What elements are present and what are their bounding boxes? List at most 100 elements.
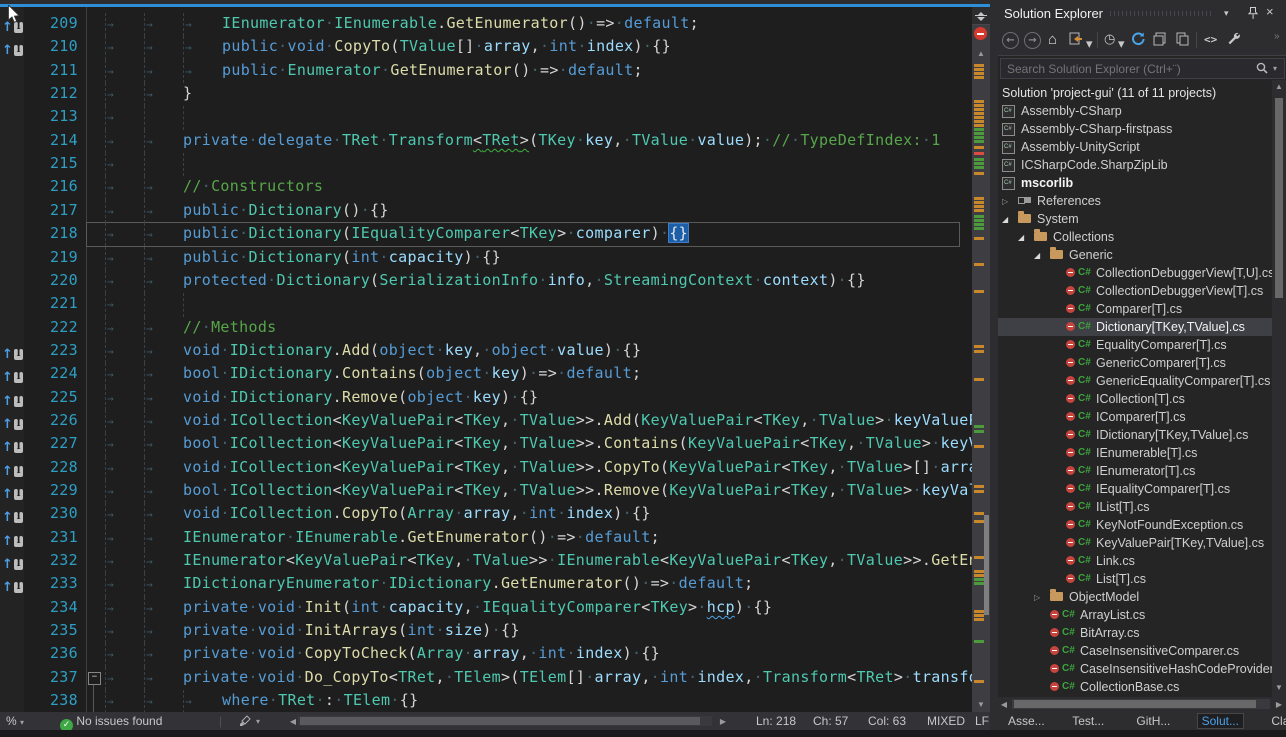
implements-interface-arrow-icon[interactable]: ↑I bbox=[2, 459, 23, 477]
collapse-all-icon[interactable] bbox=[1152, 31, 1168, 49]
code-line-231[interactable]: ↑I231IEnumerator·IEnumerable.GetEnumerat… bbox=[0, 526, 972, 549]
close-icon[interactable]: × bbox=[1266, 4, 1274, 19]
refresh-icon[interactable] bbox=[1130, 31, 1146, 49]
tree-row-file[interactable]: C#CaseInsensitiveHashCodeProvider.cs bbox=[998, 660, 1272, 678]
pin-icon[interactable] bbox=[1246, 6, 1260, 20]
tree-row-file[interactable]: C#Dictionary[TKey,TValue].cs bbox=[998, 318, 1272, 336]
tree-row-file[interactable]: C#GenericEqualityComparer[T].cs bbox=[998, 372, 1272, 390]
scroll-up-icon[interactable]: ▲ bbox=[1272, 82, 1286, 91]
tree-row-file[interactable]: C#CollectionDebuggerView[T,U].cs bbox=[998, 264, 1272, 282]
sync-active-document-icon[interactable] bbox=[1068, 31, 1084, 49]
implements-interface-arrow-icon[interactable]: ↑I bbox=[2, 552, 23, 570]
tree-row-file[interactable]: C#List[T].cs bbox=[998, 570, 1272, 588]
tree-row-folder[interactable]: ▷ObjectModel bbox=[998, 588, 1272, 606]
tree-row-file[interactable]: C#KeyNotFoundException.cs bbox=[998, 516, 1272, 534]
tree-row-file[interactable]: C#IList[T].cs bbox=[998, 498, 1272, 516]
tree-row-file[interactable]: C#IEnumerable[T].cs bbox=[998, 444, 1272, 462]
implements-interface-arrow-icon[interactable]: ↑I bbox=[2, 389, 23, 407]
window-position-icon[interactable]: ▾ bbox=[1224, 8, 1229, 19]
code-line-216[interactable]: 216//·Constructors bbox=[0, 175, 972, 198]
tree-row-file[interactable]: C#EqualityComparer[T].cs bbox=[998, 336, 1272, 354]
code-line-212[interactable]: 212} bbox=[0, 82, 972, 105]
implements-interface-arrow-icon[interactable]: ↑I bbox=[2, 575, 23, 593]
tree-row-file[interactable]: C#GenericComparer[T].cs bbox=[998, 354, 1272, 372]
implements-interface-arrow-icon[interactable]: ↑I bbox=[2, 412, 23, 430]
expanded-arrow-icon[interactable]: ◢ bbox=[1034, 247, 1040, 265]
scroll-down-icon[interactable]: ▼ bbox=[972, 700, 990, 709]
tree-vertical-scrollbar[interactable]: ▲ ▼ bbox=[1272, 80, 1286, 697]
tree-row-file[interactable]: C#CaseInsensitiveComparer.cs bbox=[998, 642, 1272, 660]
code-line-226[interactable]: ↑I226void·ICollection<KeyValuePair<TKey,… bbox=[0, 409, 972, 432]
expanded-arrow-icon[interactable]: ◢ bbox=[1002, 211, 1008, 229]
status-encoding[interactable]: MIXED bbox=[927, 714, 965, 728]
panel-tab-class[interactable]: Class... bbox=[1267, 713, 1286, 729]
tree-row-project[interactable]: Assembly-CSharp-firstpass bbox=[998, 120, 1272, 138]
code-line-214[interactable]: 214private·delegate·TRet·Transform<TRet>… bbox=[0, 129, 972, 152]
expanded-arrow-icon[interactable]: ◢ bbox=[1018, 229, 1024, 247]
code-line-228[interactable]: ↑I228void·ICollection<KeyValuePair<TKey,… bbox=[0, 456, 972, 479]
code-line-229[interactable]: ↑I229bool·ICollection<KeyValuePair<TKey,… bbox=[0, 479, 972, 502]
status-line[interactable]: Ln: 218 bbox=[756, 714, 796, 728]
code-line-219[interactable]: 219public·Dictionary(int·capacity)·{} bbox=[0, 246, 972, 269]
collapsed-arrow-icon[interactable]: ▷ bbox=[1002, 193, 1008, 211]
tree-row-file[interactable]: C#IComparer[T].cs bbox=[998, 408, 1272, 426]
code-line-220[interactable]: 220protected·Dictionary(SerializationInf… bbox=[0, 269, 972, 292]
status-column[interactable]: Col: 63 bbox=[868, 714, 906, 728]
tree-row-file[interactable]: C#ICollection[T].cs bbox=[998, 390, 1272, 408]
sync-dropdown-icon[interactable]: ▾ bbox=[1086, 36, 1093, 54]
tree-row-project[interactable]: mscorlib bbox=[998, 174, 1272, 192]
history-filter-dropdown-icon[interactable]: ▾ bbox=[1118, 36, 1125, 54]
tree-row-file[interactable]: C#BitArray.cs bbox=[998, 624, 1272, 642]
code-line-218[interactable]: 218public·Dictionary(IEqualityComparer<T… bbox=[0, 222, 972, 245]
collapsed-arrow-icon[interactable]: ▷ bbox=[1034, 589, 1040, 607]
code-line-235[interactable]: 235private·void·InitArrays(int·size)·{} bbox=[0, 619, 972, 642]
search-input[interactable] bbox=[1005, 60, 1249, 77]
code-line-223[interactable]: ↑I223void·IDictionary.Add(object·key,·ob… bbox=[0, 339, 972, 362]
home-icon[interactable]: ⌂ bbox=[1048, 31, 1057, 49]
implements-interface-arrow-icon[interactable]: ↑I bbox=[2, 435, 23, 453]
code-line-230[interactable]: ↑I230void·ICollection.CopyTo(Array·array… bbox=[0, 502, 972, 525]
code-line-213[interactable]: 213 bbox=[0, 105, 972, 128]
panel-tab-test[interactable]: Test... bbox=[1068, 713, 1108, 729]
panel-tab-gith[interactable]: GitH... bbox=[1132, 713, 1174, 729]
tree-row-solution[interactable]: Solution 'project-gui' (11 of 11 project… bbox=[998, 84, 1272, 102]
panel-tab-asse[interactable]: Asse... bbox=[1004, 713, 1049, 729]
panel-tab-solut[interactable]: Solut... bbox=[1197, 713, 1244, 729]
code-line-209[interactable]: ↑I209IEnumerator·IEnumerable.GetEnumerat… bbox=[0, 12, 972, 35]
code-line-238[interactable]: 238where·TRet·:·TElem·{} bbox=[0, 689, 972, 712]
forward-icon[interactable]: → bbox=[1024, 31, 1041, 49]
scrollbar-thumb[interactable] bbox=[1275, 98, 1283, 298]
tree-row-file[interactable]: C#KeyValuePair[TKey,TValue].cs bbox=[998, 534, 1272, 552]
view-code-icon[interactable]: <> bbox=[1204, 31, 1217, 49]
fold-collapse-icon[interactable]: − bbox=[88, 672, 101, 685]
implements-interface-arrow-icon[interactable]: ↑I bbox=[2, 15, 23, 33]
tree-row-project[interactable]: Assembly-CSharp bbox=[998, 102, 1272, 120]
status-line-ending[interactable]: LF bbox=[975, 714, 989, 728]
document-health-error-icon[interactable] bbox=[974, 27, 987, 40]
tree-row-file[interactable]: C#ArrayList.cs bbox=[998, 606, 1272, 624]
history-filter-icon[interactable]: ◷ bbox=[1104, 31, 1115, 49]
brush-dropdown-icon[interactable]: ▾ bbox=[256, 717, 260, 726]
scrollbar-thumb[interactable] bbox=[300, 717, 700, 725]
tree-row-file[interactable]: C#Link.cs bbox=[998, 552, 1272, 570]
tree-row-file[interactable]: C#IEnumerator[T].cs bbox=[998, 462, 1272, 480]
scroll-up-icon[interactable]: ▲ bbox=[972, 49, 990, 58]
panel-splitter[interactable] bbox=[990, 0, 998, 737]
code-line-233[interactable]: ↑I233IDictionaryEnumerator·IDictionary.G… bbox=[0, 572, 972, 595]
code-line-215[interactable]: 215 bbox=[0, 152, 972, 175]
tree-row-file[interactable]: C#Comparer[T].cs bbox=[998, 300, 1272, 318]
implements-interface-arrow-icon[interactable]: ↑I bbox=[2, 505, 23, 523]
search-icon[interactable] bbox=[1255, 61, 1269, 75]
tree-row-file[interactable]: C#IEqualityComparer[T].cs bbox=[998, 480, 1272, 498]
code-line-210[interactable]: ↑I210public·void·CopyTo(TValue[]·array,·… bbox=[0, 35, 972, 58]
tree-row-file[interactable]: C#CollectionDebuggerView[T].cs bbox=[998, 282, 1272, 300]
tree-row-folder[interactable]: ◢Generic bbox=[998, 246, 1272, 264]
implements-interface-arrow-icon[interactable]: ↑I bbox=[2, 38, 23, 56]
code-line-225[interactable]: ↑I225void·IDictionary.Remove(object·key)… bbox=[0, 386, 972, 409]
code-line-217[interactable]: 217public·Dictionary()·{} bbox=[0, 199, 972, 222]
code-line-227[interactable]: ↑I227bool·ICollection<KeyValuePair<TKey,… bbox=[0, 432, 972, 455]
code-line-221[interactable]: 221 bbox=[0, 292, 972, 315]
tree-row-file[interactable]: C#CollectionBase.cs bbox=[998, 678, 1272, 696]
code-line-237[interactable]: 237private·void·Do_CopyTo<TRet,·TElem>(T… bbox=[0, 666, 972, 689]
splitter-grip-icon[interactable] bbox=[972, 7, 990, 25]
